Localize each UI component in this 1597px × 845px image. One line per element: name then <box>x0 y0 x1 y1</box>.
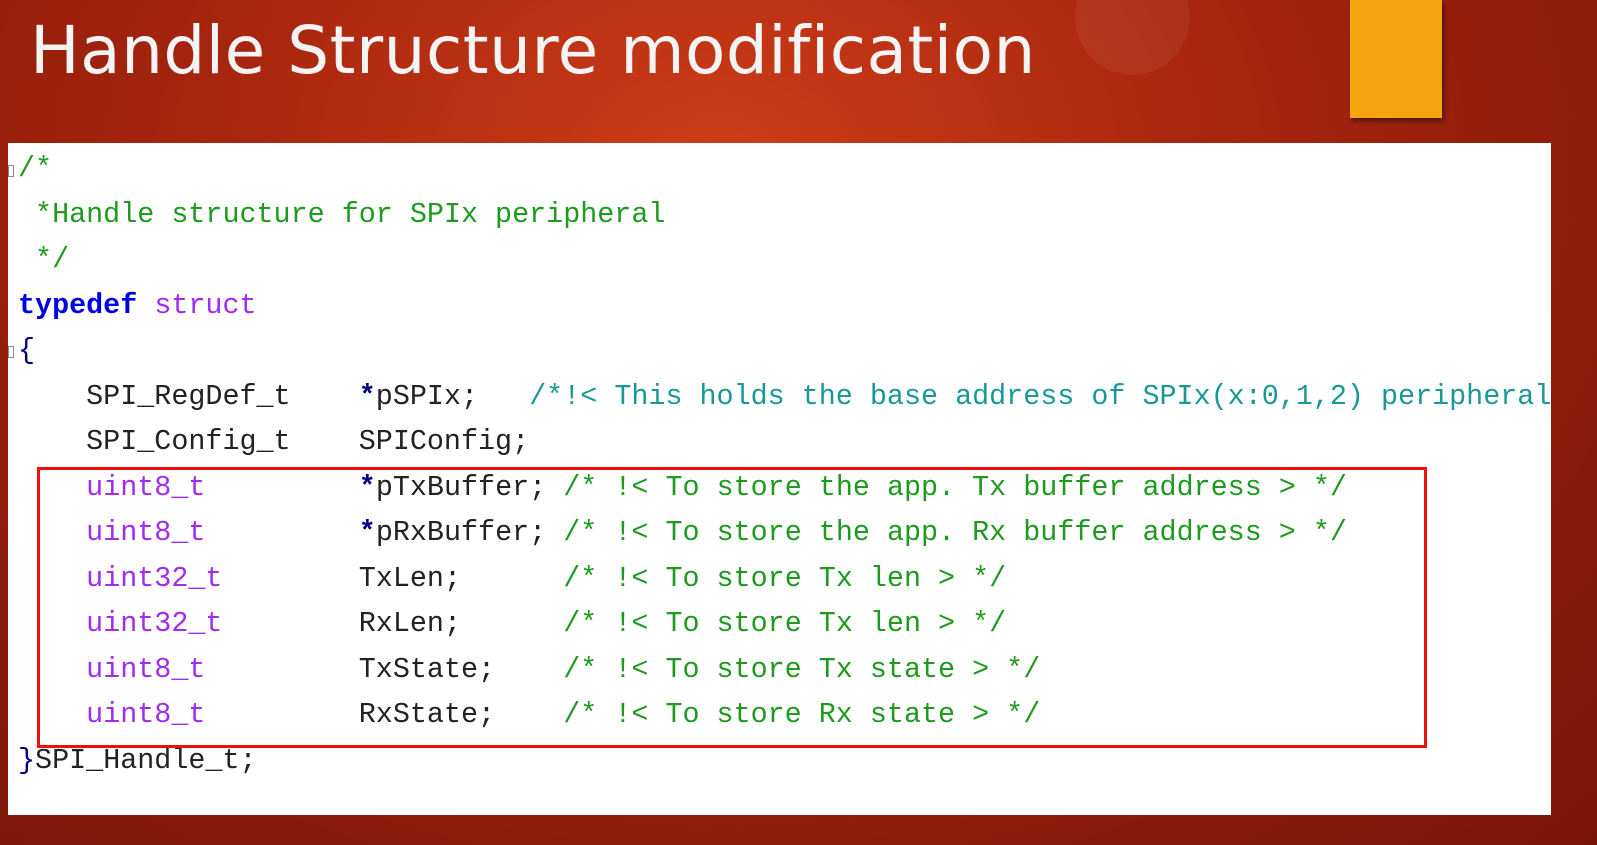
code-line: */ <box>18 237 1551 283</box>
code-token: * <box>358 470 376 504</box>
code-token: struct <box>154 288 257 322</box>
code-token: uint8_t <box>86 470 206 504</box>
slide-title: Handle Structure modification <box>30 12 1036 89</box>
code-token: * <box>358 516 376 549</box>
code-token: uint8_t <box>86 652 206 686</box>
code-token: /*!< This holds the base address of SPIx… <box>529 379 1551 413</box>
code-line: uint8_t *pRxBuffer; /* !< To store the a… <box>18 510 1551 556</box>
code-token: *Handle structure for SPIx peripheral <box>18 197 666 231</box>
code-token: typedef <box>18 288 138 322</box>
code-line: uint32_t TxLen; /* !< To store Tx len > … <box>18 556 1551 602</box>
code-token: TxLen; <box>222 561 564 595</box>
code-token: uint32_t <box>86 607 223 640</box>
code-token: uint8_t <box>86 516 206 549</box>
background-decoration <box>1075 0 1190 75</box>
code-line: uint8_t *pTxBuffer; /* !< To store the a… <box>18 465 1551 511</box>
code-token: /* !< To store Tx len > */ <box>563 607 1007 640</box>
code-token: pRxBuffer; <box>375 516 564 549</box>
code-token: SPI_Config_t SPIConfig; <box>18 425 530 458</box>
code-line: typedef struct <box>18 283 1551 329</box>
code-token: /* !< To store the app. Tx buffer addres… <box>563 470 1347 504</box>
code-token: SPI_RegDef_t <box>18 379 359 413</box>
code-token: RxLen; <box>222 607 564 640</box>
code-block: /* *Handle structure for SPIx peripheral… <box>18 146 1551 783</box>
code-line: { <box>18 328 1551 374</box>
code-token: * <box>358 379 376 413</box>
code-line: uint8_t TxState; /* !< To store Tx state… <box>18 647 1551 693</box>
code-token: uint32_t <box>86 561 223 595</box>
code-token: RxState; <box>205 698 564 731</box>
code-token: pTxBuffer; <box>375 470 564 504</box>
accent-rectangle <box>1350 0 1442 118</box>
fold-marker-icon <box>8 346 14 358</box>
code-line: SPI_Config_t SPIConfig; <box>18 419 1551 465</box>
code-token: } <box>18 743 36 777</box>
code-token: */ <box>18 243 70 276</box>
code-token: uint8_t <box>86 698 206 731</box>
code-token: /* !< To store Rx state > */ <box>563 698 1041 731</box>
code-token: TxState; <box>205 652 564 686</box>
code-screenshot: /* *Handle structure for SPIx peripheral… <box>8 143 1551 815</box>
code-token: SPI_Handle_t; <box>35 743 257 777</box>
code-token: { <box>18 334 36 367</box>
code-token: /* <box>18 152 53 185</box>
code-line: uint8_t RxState; /* !< To store Rx state… <box>18 692 1551 738</box>
code-token: /* !< To store Tx len > */ <box>563 561 1007 595</box>
code-line: /* <box>18 146 1551 192</box>
code-line: uint32_t RxLen; /* !< To store Tx len > … <box>18 601 1551 647</box>
code-line: }SPI_Handle_t; <box>18 738 1551 784</box>
code-line: SPI_RegDef_t *pSPIx; /*!< This holds the… <box>18 374 1551 420</box>
code-token: pSPIx; <box>375 379 530 413</box>
code-line: *Handle structure for SPIx peripheral <box>18 192 1551 238</box>
fold-marker-icon <box>8 165 14 177</box>
code-token: /* !< To store Tx state > */ <box>563 652 1041 686</box>
code-token: /* !< To store the app. Rx buffer addres… <box>563 516 1347 549</box>
